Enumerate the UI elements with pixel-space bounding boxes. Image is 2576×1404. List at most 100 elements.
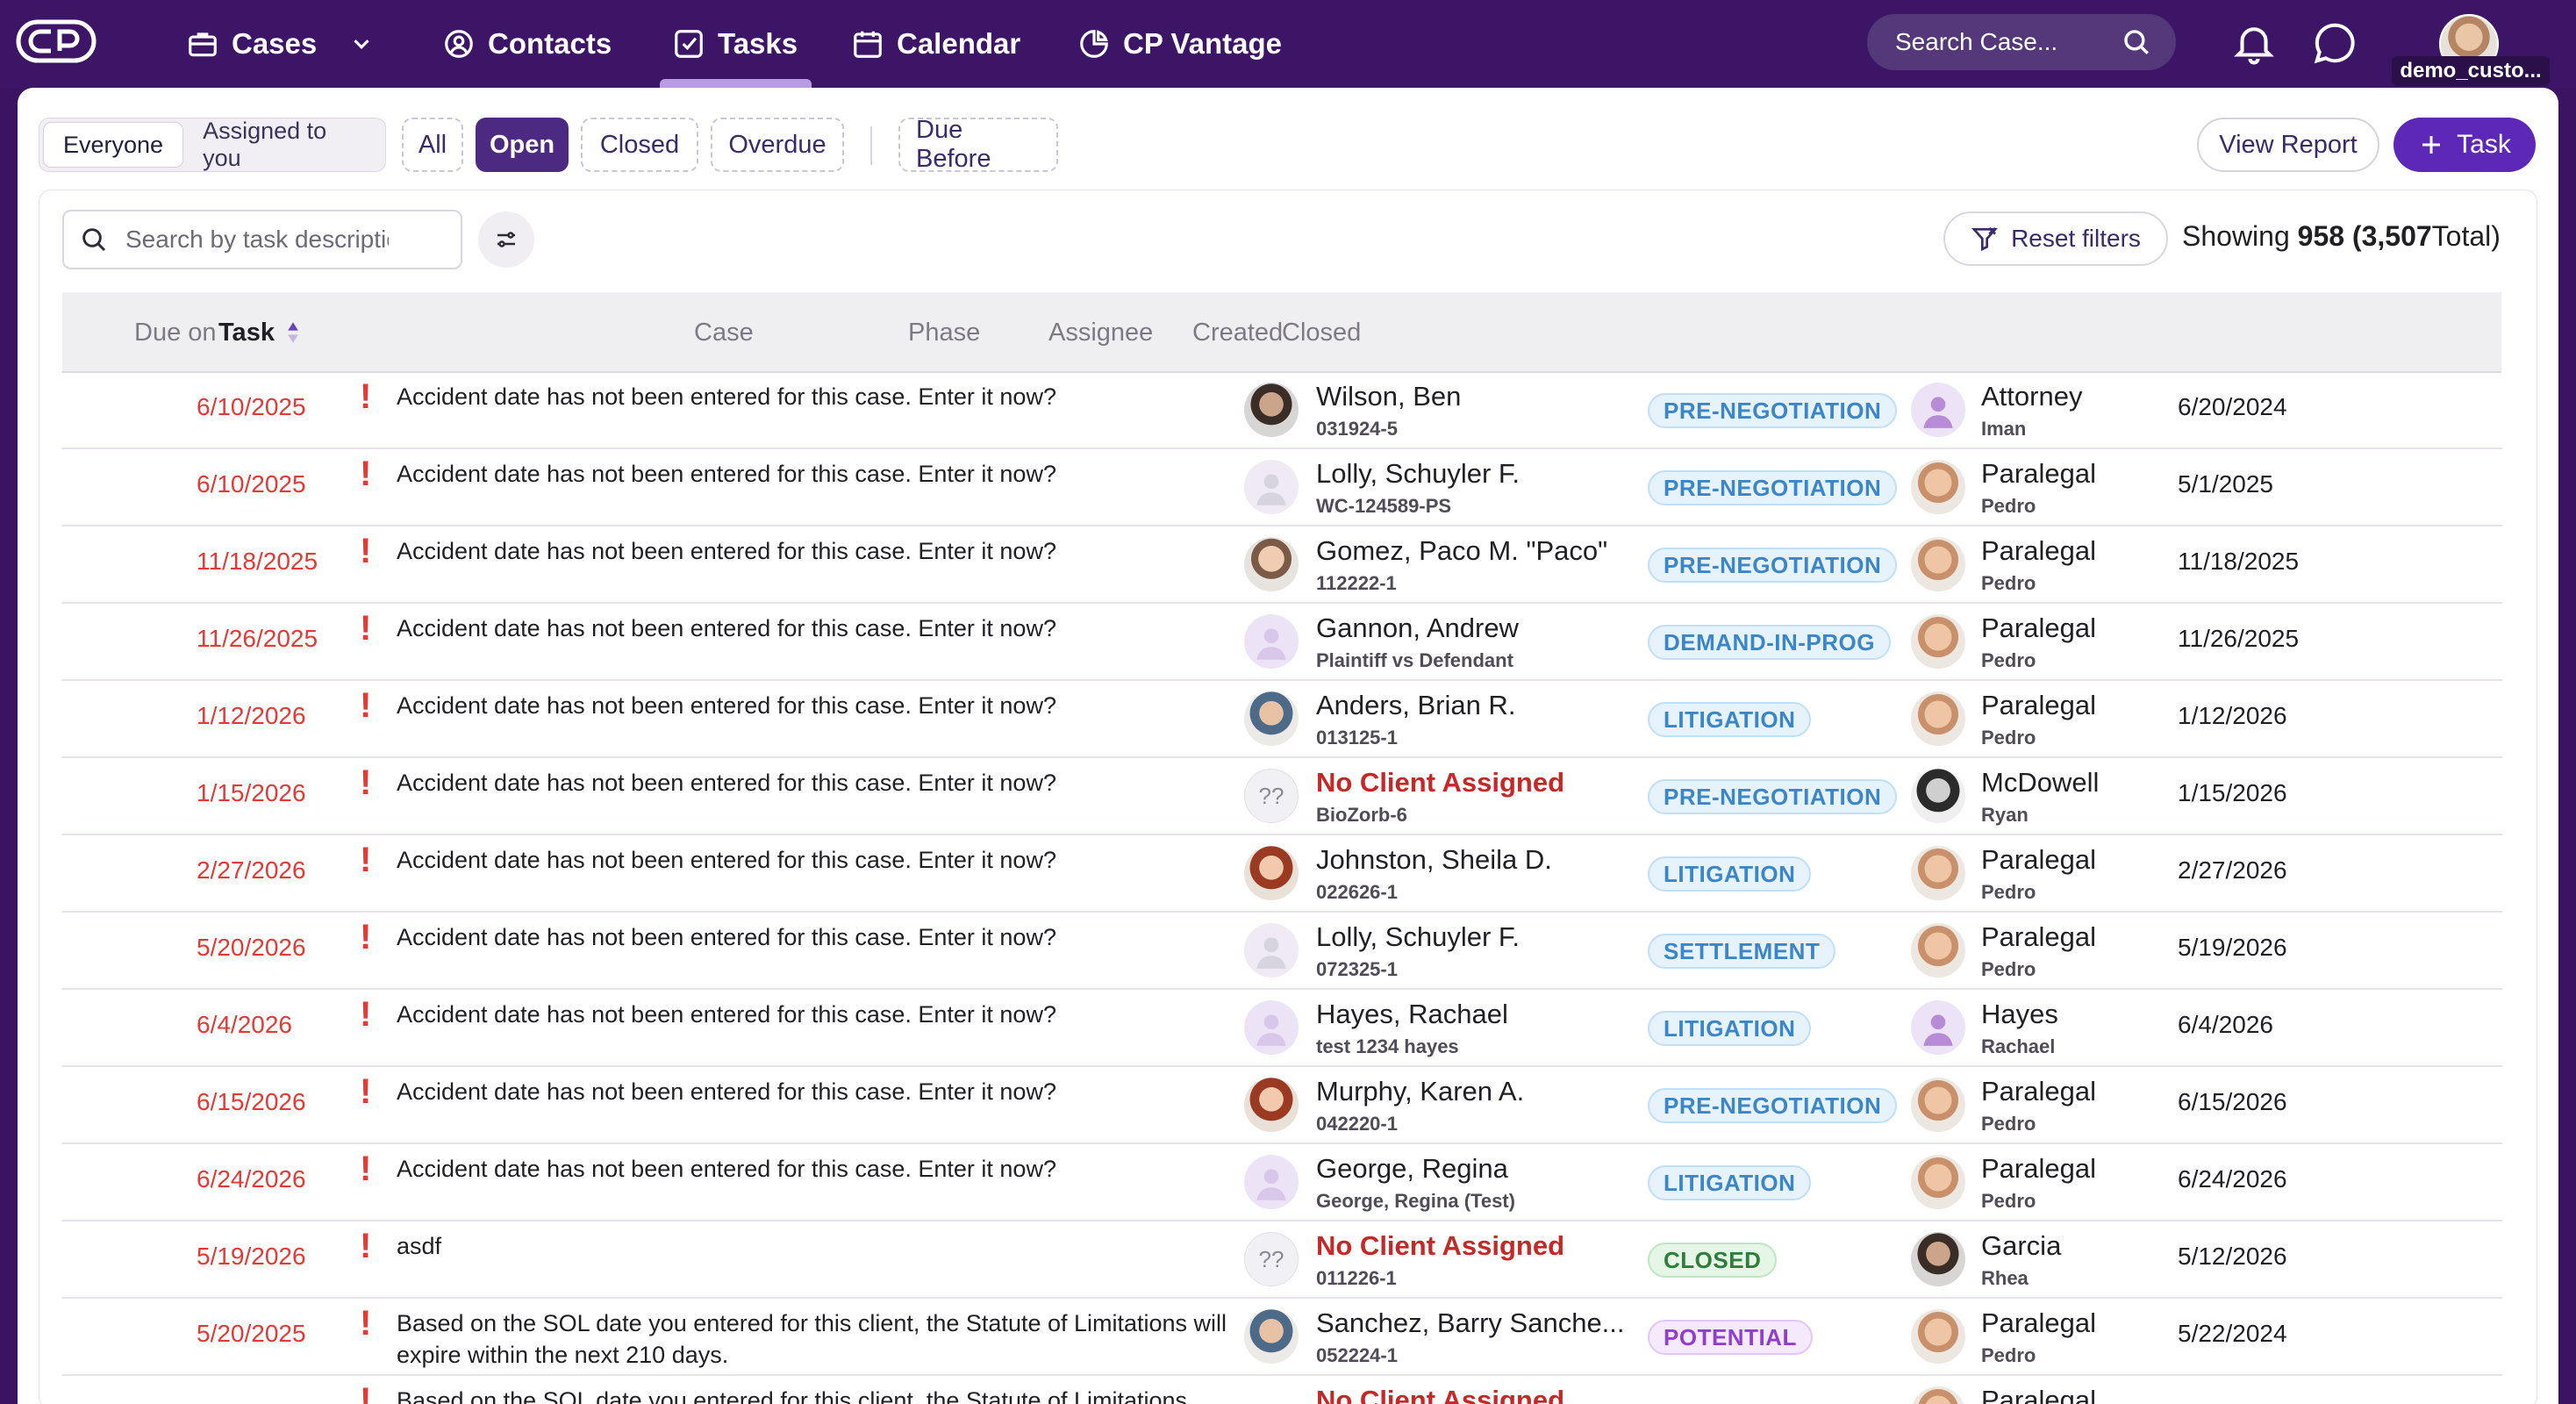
filter-overdue-button[interactable]: Overdue xyxy=(711,118,844,172)
column-task[interactable]: Task xyxy=(218,292,299,373)
assigned-to-you-toggle[interactable]: Assigned to you xyxy=(183,118,382,171)
chat-bubble-icon[interactable] xyxy=(2311,19,2358,67)
casepeer-logo-icon[interactable] xyxy=(16,19,97,63)
task-description[interactable]: Accident date has not been entered for t… xyxy=(397,767,1239,799)
task-check-icon xyxy=(675,30,703,58)
client-name[interactable]: Anders, Brian R. xyxy=(1316,690,1632,721)
task-description[interactable]: Accident date has not been entered for t… xyxy=(397,844,1239,876)
task-description[interactable]: Accident date has not been entered for t… xyxy=(397,999,1239,1030)
table-row[interactable]: 6/4/2026 ! Accident date has not been en… xyxy=(61,990,2502,1067)
assignee-role: Paralegal xyxy=(1981,1153,2096,1184)
client-name[interactable]: Johnston, Sheila D. xyxy=(1316,844,1632,876)
column-created[interactable]: Created xyxy=(1192,292,1283,373)
task-search-input[interactable] xyxy=(125,226,389,254)
client-name[interactable]: No Client Assigned xyxy=(1316,1385,1632,1404)
task-search-box[interactable] xyxy=(62,210,462,269)
result-count-total: (3,507 xyxy=(2351,220,2432,252)
filter-closed-button[interactable]: Closed xyxy=(581,118,698,172)
task-description[interactable]: Accident date has not been entered for t… xyxy=(397,1076,1239,1107)
table-row[interactable]: 5/20/2026 ! Accident date has not been e… xyxy=(61,913,2502,990)
client-name[interactable]: No Client Assigned xyxy=(1316,767,1632,799)
task-description[interactable]: Accident date has not been entered for t… xyxy=(397,381,1239,412)
table-row[interactable]: 5/20/2025 ! Based on the SOL date you en… xyxy=(61,1299,2502,1376)
table-row[interactable]: 6/15/2026 ! Accident date has not been e… xyxy=(61,1067,2502,1144)
task-description[interactable]: Accident date has not been entered for t… xyxy=(397,535,1239,567)
add-task-button[interactable]: Task xyxy=(2394,118,2536,172)
client-name[interactable]: Murphy, Karen A. xyxy=(1316,1076,1632,1107)
due-date: 6/4/2026 xyxy=(197,1011,292,1038)
assignee-name: Pedro xyxy=(1981,1113,2036,1135)
client-name[interactable]: Hayes, Rachael xyxy=(1316,999,1632,1030)
table-row[interactable]: 11/26/2025 ! Accident date has not been … xyxy=(61,604,2502,681)
table-row[interactable]: 5/19/2026 ! asdf ?? No Client Assigned 0… xyxy=(61,1221,2502,1299)
sort-icon[interactable] xyxy=(287,319,299,346)
assignee-avatar xyxy=(1911,1155,1965,1209)
table-row[interactable]: 1/12/2026 ! Accident date has not been e… xyxy=(61,681,2502,758)
column-phase[interactable]: Phase xyxy=(908,292,980,373)
table-row[interactable]: 2/27/2026 ! Accident date has not been e… xyxy=(61,835,2502,913)
client-name[interactable]: No Client Assigned xyxy=(1316,1230,1632,1262)
assignee-name: Pedro xyxy=(1981,572,2036,594)
client-name[interactable]: Gomez, Paco M. "Paco" xyxy=(1316,535,1632,567)
column-case[interactable]: Case xyxy=(694,292,754,373)
chevron-down-icon[interactable] xyxy=(348,31,375,57)
nav-contacts[interactable]: Contacts xyxy=(442,21,612,67)
case-number: 072325-1 xyxy=(1316,958,1398,980)
client-name[interactable]: Lolly, Schuyler F. xyxy=(1316,458,1632,490)
bell-icon[interactable] xyxy=(2230,19,2278,67)
reset-filters-label: Reset filters xyxy=(2011,225,2141,252)
reset-filters-button[interactable]: Reset filters xyxy=(1943,211,2168,266)
nav-calendar[interactable]: Calendar xyxy=(851,21,1020,67)
phase-badge: PRE-NEGOTIATION xyxy=(1648,548,1898,583)
table-row[interactable]: 6/10/2025 ! Accident date has not been e… xyxy=(61,449,2502,526)
priority-icon: ! xyxy=(360,1227,372,1265)
task-description[interactable]: asdf xyxy=(397,1230,1239,1262)
person-silhouette-icon xyxy=(1256,474,1286,505)
column-assignee[interactable]: Assignee xyxy=(1048,292,1153,373)
person-silhouette-icon xyxy=(1256,937,1286,969)
user-name-label[interactable]: demo_custo... xyxy=(2392,56,2550,86)
table-row[interactable]: 1/15/2026 ! Accident date has not been e… xyxy=(61,758,2502,835)
everyone-toggle[interactable]: Everyone xyxy=(43,122,184,168)
assignee-role: Paralegal xyxy=(1981,921,2096,952)
task-description[interactable]: Based on the SOL date you entered for th… xyxy=(397,1307,1239,1371)
task-description[interactable]: Accident date has not been entered for t… xyxy=(397,458,1239,490)
priority-icon: ! xyxy=(360,841,372,879)
filter-all-button[interactable]: All xyxy=(402,118,463,172)
filter-open-button[interactable]: Open xyxy=(476,118,569,172)
column-closed[interactable]: Closed xyxy=(1282,292,1361,373)
client-name[interactable]: Gannon, Andrew xyxy=(1316,612,1632,644)
nav-cp-vantage[interactable]: CP Vantage xyxy=(1077,21,1282,67)
client-name[interactable]: Wilson, Ben xyxy=(1316,381,1632,412)
advanced-filters-button[interactable] xyxy=(478,211,534,268)
column-due-on[interactable]: Due on xyxy=(134,292,217,373)
due-date: 11/18/2025 xyxy=(197,548,318,575)
due-before-button[interactable]: Due Before xyxy=(898,116,1058,173)
task-description[interactable]: Accident date has not been entered for t… xyxy=(397,612,1239,644)
table-row[interactable]: 6/24/2026 ! Accident date has not been e… xyxy=(61,1144,2502,1221)
table-row[interactable]: 11/18/2025 ! Accident date has not been … xyxy=(61,526,2502,604)
table-row[interactable]: 6/10/2025 ! Accident date has not been e… xyxy=(61,372,2502,449)
created-date: 5/22/2024 xyxy=(2178,1320,2287,1347)
task-description[interactable]: Based on the SOL date you entered for th… xyxy=(397,1385,1239,1404)
case-search-input[interactable]: Search Case... xyxy=(1867,14,2176,70)
task-description[interactable]: Accident date has not been entered for t… xyxy=(397,921,1239,953)
phase-badge: LITIGATION xyxy=(1648,1011,1812,1046)
client-avatar xyxy=(1244,1155,1299,1209)
table-row[interactable]: ! Based on the SOL date you entered for … xyxy=(61,1376,2502,1404)
view-report-button[interactable]: View Report xyxy=(2197,118,2379,172)
task-description[interactable]: Accident date has not been entered for t… xyxy=(397,1153,1239,1185)
client-name[interactable]: Sanchez, Barry Sanche... xyxy=(1316,1307,1632,1339)
case-number: 031924-5 xyxy=(1316,418,1398,440)
add-task-label: Task xyxy=(2457,130,2511,159)
client-name[interactable]: George, Regina xyxy=(1316,1153,1632,1185)
client-avatar xyxy=(1244,1000,1299,1055)
task-description[interactable]: Accident date has not been entered for t… xyxy=(397,690,1239,721)
nav-cases[interactable]: Cases xyxy=(186,21,375,67)
nav-tasks[interactable]: Tasks xyxy=(659,21,812,88)
created-date: 6/15/2026 xyxy=(2178,1088,2287,1115)
created-date: 11/26/2025 xyxy=(2178,625,2300,652)
case-number: Plaintiff vs Defendant xyxy=(1316,649,1513,671)
client-name[interactable]: Lolly, Schuyler F. xyxy=(1316,921,1632,953)
nav-cp-vantage-label: CP Vantage xyxy=(1123,27,1282,60)
